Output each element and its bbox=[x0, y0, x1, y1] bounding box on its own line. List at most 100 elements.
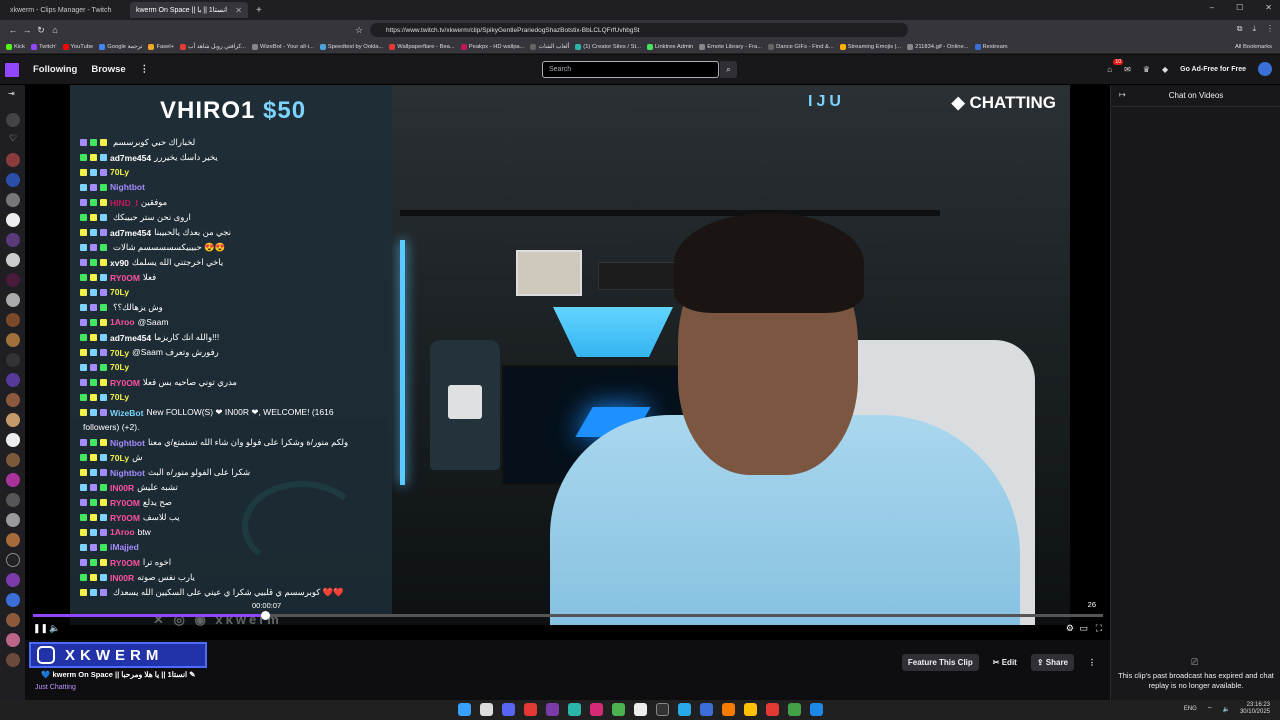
all-bookmarks[interactable]: All Bookmarks bbox=[1235, 44, 1272, 50]
close-tab-icon[interactable]: ✕ bbox=[235, 6, 242, 15]
nav-browse[interactable]: Browse bbox=[91, 64, 125, 75]
share-button[interactable]: ⇪ Share bbox=[1030, 654, 1074, 671]
bookmark-item[interactable]: Streaming Emojis |... bbox=[839, 43, 901, 50]
bookmark-item[interactable]: (1) Creator Sites / St... bbox=[575, 43, 641, 50]
sidebar-channel-avatar[interactable] bbox=[6, 173, 20, 187]
sidebar-channel-avatar[interactable] bbox=[6, 293, 20, 307]
sidebar-channel-avatar[interactable] bbox=[6, 453, 20, 467]
sidebar-channel-avatar[interactable] bbox=[6, 653, 20, 667]
inbox-icon[interactable]: ⌂ 10 bbox=[1107, 58, 1124, 74]
sidebar-channel-avatar[interactable] bbox=[6, 373, 20, 387]
settings-icon[interactable]: ⚙ bbox=[1066, 623, 1074, 634]
bookmark-item[interactable]: ألعاب الشات bbox=[530, 43, 569, 50]
downloads-icon[interactable]: ⤓ bbox=[1252, 24, 1256, 34]
bookmark-item[interactable]: WizeBot - Your all-i... bbox=[252, 43, 314, 50]
bookmark-item[interactable]: Linktree Admin bbox=[646, 43, 693, 50]
minimize-icon[interactable]: – bbox=[1210, 3, 1214, 12]
search-icon[interactable]: ⌕ bbox=[720, 61, 737, 78]
clock[interactable]: 23:16:23 30/10/2025 bbox=[1240, 702, 1270, 716]
taskbar-app-icon[interactable] bbox=[634, 703, 647, 716]
whispers-icon[interactable]: ✉ bbox=[1124, 65, 1131, 74]
bookmark-item[interactable]: Peakpx - HD wallpa... bbox=[460, 43, 524, 50]
taskbar-app-icon[interactable] bbox=[656, 703, 669, 716]
network-icon[interactable]: ⌔ bbox=[1207, 705, 1213, 713]
taskbar-app-icon[interactable] bbox=[480, 703, 493, 716]
taskbar-app-icon[interactable] bbox=[546, 703, 559, 716]
bookmark-item[interactable]: Fasel+ bbox=[148, 43, 174, 50]
taskbar-app-icon[interactable] bbox=[612, 703, 625, 716]
sidebar-channel-avatar[interactable] bbox=[6, 633, 20, 647]
taskbar-app-icon[interactable] bbox=[502, 703, 515, 716]
sidebar-channel-avatar[interactable] bbox=[6, 593, 20, 607]
feature-clip-button[interactable]: Feature This Clip bbox=[901, 654, 979, 671]
crown-icon[interactable]: ♛ bbox=[1143, 65, 1150, 74]
taskbar-app-icon[interactable] bbox=[590, 703, 603, 716]
reload-icon[interactable]: ↻ bbox=[34, 25, 48, 36]
twitch-logo-icon[interactable] bbox=[5, 62, 19, 77]
sidebar-channel-avatar[interactable] bbox=[6, 253, 20, 267]
sidebar-channel-avatar[interactable] bbox=[6, 213, 20, 227]
go-ad-free-button[interactable]: Go Ad-Free for Free bbox=[1180, 66, 1246, 73]
home-icon[interactable]: ⌂ bbox=[48, 25, 62, 35]
bookmark-item[interactable]: Twitch' bbox=[30, 43, 57, 50]
sidebar-channel-avatar[interactable] bbox=[6, 493, 20, 507]
sidebar-channel-avatar[interactable] bbox=[6, 353, 20, 367]
bits-icon[interactable]: ◆ bbox=[1162, 65, 1168, 74]
taskbar-app-icon[interactable] bbox=[744, 703, 757, 716]
sidebar-channel-avatar[interactable] bbox=[6, 433, 20, 447]
bookmark-item[interactable]: Google ترجمة bbox=[99, 43, 142, 50]
channel-banner[interactable]: XKWERM bbox=[29, 642, 207, 668]
start-icon[interactable] bbox=[458, 703, 471, 716]
bookmark-item[interactable]: 211834.gif - Online... bbox=[907, 43, 969, 50]
bookmark-item[interactable]: YouTube bbox=[62, 43, 93, 50]
sidebar-channel-avatar[interactable] bbox=[6, 533, 20, 547]
pause-icon[interactable]: ❚❚ bbox=[33, 623, 48, 634]
tab-clip[interactable]: kwerm On Space || انستا1 || يا ✕ bbox=[130, 2, 248, 18]
sidebar-channel-avatar[interactable] bbox=[6, 193, 20, 207]
bookmark-item[interactable]: Emote Library - Fra... bbox=[699, 43, 762, 50]
bookmark-item[interactable]: Dance GIFs - Find &... bbox=[768, 43, 834, 50]
video-player[interactable]: VHIRO1 $50 لخباراك حبي كوبرسسم ad7me454 يخ… bbox=[25, 85, 1110, 640]
taskbar-app-icon[interactable] bbox=[766, 703, 779, 716]
taskbar-app-icon[interactable] bbox=[700, 703, 713, 716]
sidebar-channel-avatar[interactable] bbox=[6, 473, 20, 487]
sidebar-channel-avatar[interactable] bbox=[6, 513, 20, 527]
extensions-icon[interactable]: ⧉ bbox=[1237, 24, 1243, 34]
forward-icon[interactable]: → bbox=[20, 25, 34, 35]
sidebar-channel-avatar[interactable] bbox=[6, 553, 20, 567]
bookmark-item[interactable]: Wallpaperflare - Bea... bbox=[389, 43, 455, 50]
window-close-icon[interactable]: ✕ bbox=[1265, 3, 1272, 12]
sidebar-channel-avatar[interactable] bbox=[6, 233, 20, 247]
bookmark-star-icon[interactable]: ☆ bbox=[352, 25, 366, 36]
theater-mode-icon[interactable]: ▭ bbox=[1079, 623, 1088, 634]
bookmark-item[interactable]: Speedtest by Ookla... bbox=[319, 43, 383, 50]
taskbar-app-icon[interactable] bbox=[524, 703, 537, 716]
user-avatar[interactable] bbox=[1258, 62, 1272, 76]
seek-handle[interactable] bbox=[261, 611, 270, 620]
new-tab-button[interactable]: + bbox=[256, 5, 262, 16]
search-input[interactable]: Search bbox=[542, 61, 719, 78]
heart-icon[interactable]: ♡ bbox=[6, 133, 20, 147]
seek-bar[interactable] bbox=[33, 614, 1103, 617]
menu-icon[interactable]: ⋮ bbox=[1266, 24, 1274, 34]
sidebar-channel-avatar[interactable] bbox=[6, 273, 20, 287]
language-indicator[interactable]: ENG bbox=[1184, 706, 1197, 712]
taskbar-app-icon[interactable] bbox=[678, 703, 691, 716]
volume-icon[interactable]: 🔈 bbox=[49, 623, 60, 634]
more-options-icon[interactable]: ⋮ bbox=[1088, 658, 1096, 667]
url-field[interactable]: https://www.twitch.tv/xkwerm/clip/SpikyG… bbox=[370, 23, 908, 37]
bookmark-item[interactable]: Restream bbox=[974, 43, 1008, 50]
taskbar-app-icon[interactable] bbox=[810, 703, 823, 716]
bookmark-item[interactable]: كرافتي روبل شاهد أب... bbox=[180, 43, 246, 50]
sidebar-channel-avatar[interactable] bbox=[6, 393, 20, 407]
speaker-icon[interactable]: 🔈 bbox=[1222, 706, 1229, 713]
sidebar-channel-avatar[interactable] bbox=[6, 313, 20, 327]
nav-more-icon[interactable]: ⋮ bbox=[140, 64, 150, 75]
sidebar-channel-avatar[interactable] bbox=[6, 333, 20, 347]
sidebar-channel-avatar[interactable] bbox=[6, 153, 20, 167]
taskbar-app-icon[interactable] bbox=[788, 703, 801, 716]
sidebar-channel-avatar[interactable] bbox=[6, 613, 20, 627]
category-link[interactable]: Just Chatting bbox=[35, 684, 76, 691]
taskbar-app-icon[interactable] bbox=[568, 703, 581, 716]
sidebar-channel-avatar[interactable] bbox=[6, 573, 20, 587]
